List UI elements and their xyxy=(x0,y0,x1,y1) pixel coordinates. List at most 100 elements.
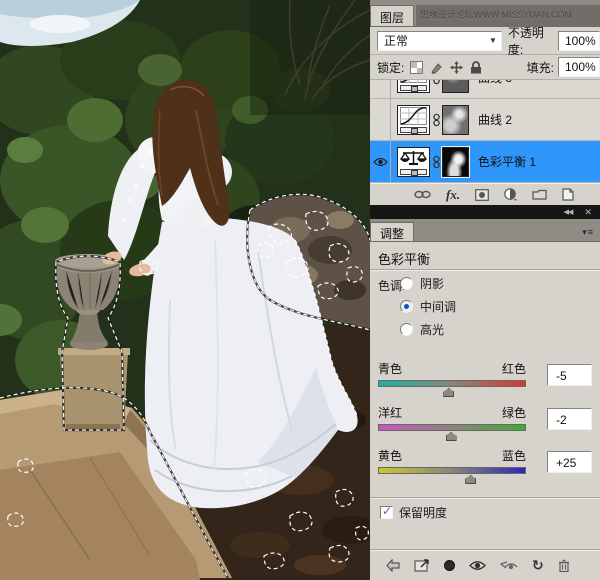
slider-track[interactable] xyxy=(378,467,526,474)
radio-highlights-label: 高光 xyxy=(420,321,444,338)
preserve-luminosity-label: 保留明度 xyxy=(399,504,447,521)
visibility-toggle[interactable] xyxy=(370,141,391,182)
radio-shadows[interactable] xyxy=(400,277,413,290)
tone-option-midtones: 中间调 xyxy=(400,298,456,315)
slider-thumb[interactable] xyxy=(443,388,454,397)
panel-menu-icon[interactable]: ▾≡ xyxy=(582,227,594,238)
divider xyxy=(370,269,600,271)
layer-style-icon[interactable]: fx. xyxy=(446,188,460,201)
radio-highlights[interactable] xyxy=(400,323,413,336)
opacity-label: 不透明度: xyxy=(508,24,555,58)
fill-label: 填充: xyxy=(527,59,554,76)
new-group-icon[interactable] xyxy=(532,189,547,200)
visibility-toggle[interactable] xyxy=(370,80,391,98)
tab-adjustments[interactable]: 调整 xyxy=(370,222,414,241)
layer-mask-thumbnail[interactable] xyxy=(442,80,469,93)
yellow-label: 黄色 xyxy=(378,447,402,464)
adjustments-body: 色彩平衡 色调: 阴影 中间调 高光 青色 xyxy=(370,242,600,580)
opacity-input[interactable]: 100% xyxy=(558,31,600,51)
slider-thumb[interactable] xyxy=(465,475,476,484)
lock-row: 锁定: 填充: 100% xyxy=(370,55,600,80)
mask-link-icon xyxy=(433,155,440,169)
expand-panel-icon[interactable] xyxy=(414,558,430,572)
lock-label: 锁定: xyxy=(377,59,404,76)
link-layers-icon[interactable] xyxy=(414,190,431,199)
curves-icon xyxy=(400,80,427,83)
layer-row-curves-3[interactable]: 曲线 3 xyxy=(370,80,600,99)
mask-link-icon xyxy=(433,113,440,127)
layer-row-curves-2[interactable]: 曲线 2 xyxy=(370,99,600,141)
layer-mask-thumbnail[interactable] xyxy=(442,105,469,135)
magenta-label: 洋红 xyxy=(378,404,402,421)
panel-collapse-bar: ◀◀ ✕ xyxy=(370,205,600,219)
collapse-to-icons-icon[interactable]: ◀◀ xyxy=(564,209,573,216)
adjustment-thumbnail[interactable] xyxy=(397,105,430,135)
cyan-label: 青色 xyxy=(378,360,402,377)
lock-pixels-icon[interactable] xyxy=(430,61,443,74)
divider xyxy=(370,497,600,499)
layer-name[interactable]: 曲线 3 xyxy=(478,80,512,86)
layers-tabbar: 图层 思缘设计论坛WWW.MISSYUAN.COM xyxy=(370,0,600,27)
photoshop-workspace: 图层 思缘设计论坛WWW.MISSYUAN.COM 正常 ▼ 不透明度: 100… xyxy=(0,0,600,580)
new-layer-icon[interactable] xyxy=(562,188,574,201)
photo-image xyxy=(0,0,370,580)
adjustments-toolbar: ↻ xyxy=(370,550,600,580)
lock-position-icon[interactable] xyxy=(450,61,463,74)
fill-input[interactable]: 100% xyxy=(558,57,600,77)
mask-link-icon xyxy=(433,80,440,85)
visibility-icon[interactable] xyxy=(469,560,486,571)
delete-icon[interactable] xyxy=(558,559,570,572)
document-canvas[interactable] xyxy=(0,0,370,580)
cyan-red-value[interactable]: -5 xyxy=(547,364,592,386)
layer-name[interactable]: 色彩平衡 1 xyxy=(478,153,536,170)
return-to-list-icon[interactable] xyxy=(386,559,400,572)
slider-thumb[interactable] xyxy=(446,432,457,441)
chevron-down-icon: ▼ xyxy=(489,36,497,45)
yellow-blue-slider: 黄色 蓝色 +25 xyxy=(378,447,592,483)
curves-icon xyxy=(400,107,427,125)
adjustments-tabbar: 调整 ▾≡ xyxy=(370,219,600,242)
mini-slider xyxy=(400,169,427,175)
slider-track[interactable] xyxy=(378,424,526,431)
radio-shadows-label: 阴影 xyxy=(420,275,444,292)
adjustments-panel: 调整 ▾≡ 色彩平衡 色调: 阴影 中间调 高光 xyxy=(370,219,600,580)
new-adjustment-icon[interactable] xyxy=(504,188,517,201)
lock-transparency-icon[interactable] xyxy=(410,61,423,74)
reset-icon[interactable]: ↻ xyxy=(532,558,544,572)
magenta-green-value[interactable]: -2 xyxy=(547,408,592,430)
red-label: 红色 xyxy=(502,360,526,377)
radio-midtones[interactable] xyxy=(400,300,413,313)
clip-to-layer-icon[interactable] xyxy=(444,560,455,571)
view-previous-state-icon[interactable] xyxy=(500,559,518,571)
cyan-red-slider: 青色 红色 -5 xyxy=(378,360,592,396)
green-label: 绿色 xyxy=(502,404,526,421)
blue-label: 蓝色 xyxy=(502,447,526,464)
preserve-luminosity-checkbox[interactable] xyxy=(380,506,393,519)
adjustment-title: 色彩平衡 xyxy=(378,249,430,268)
blend-mode-value: 正常 xyxy=(384,32,408,49)
close-icon[interactable]: ✕ xyxy=(584,208,592,217)
mini-slider xyxy=(400,127,427,133)
slider-track[interactable] xyxy=(378,380,526,387)
layers-toolbar: fx. xyxy=(370,183,600,205)
eye-icon xyxy=(373,157,388,167)
yellow-blue-value[interactable]: +25 xyxy=(547,451,592,473)
adjustment-thumbnail[interactable] xyxy=(397,147,430,177)
layer-row-color-balance-1[interactable]: 色彩平衡 1 xyxy=(370,141,600,183)
tone-option-highlights: 高光 xyxy=(400,321,444,338)
color-balance-icon xyxy=(400,149,427,167)
layers-panel: 图层 思缘设计论坛WWW.MISSYUAN.COM 正常 ▼ 不透明度: 100… xyxy=(370,0,600,205)
add-mask-icon[interactable] xyxy=(475,189,489,201)
preserve-luminosity-row: 保留明度 xyxy=(380,504,447,521)
tab-layers[interactable]: 图层 xyxy=(370,5,414,26)
blend-mode-select[interactable]: 正常 ▼ xyxy=(377,31,502,51)
magenta-green-slider: 洋红 绿色 -2 xyxy=(378,404,592,440)
visibility-toggle[interactable] xyxy=(370,99,391,140)
layer-name[interactable]: 曲线 2 xyxy=(478,111,512,128)
radio-midtones-label: 中间调 xyxy=(420,298,456,315)
layer-mask-thumbnail[interactable] xyxy=(442,147,469,177)
mini-slider xyxy=(400,85,427,91)
lock-all-icon[interactable] xyxy=(470,61,482,74)
blend-mode-row: 正常 ▼ 不透明度: 100% xyxy=(370,27,600,55)
adjustment-thumbnail[interactable] xyxy=(397,80,430,93)
